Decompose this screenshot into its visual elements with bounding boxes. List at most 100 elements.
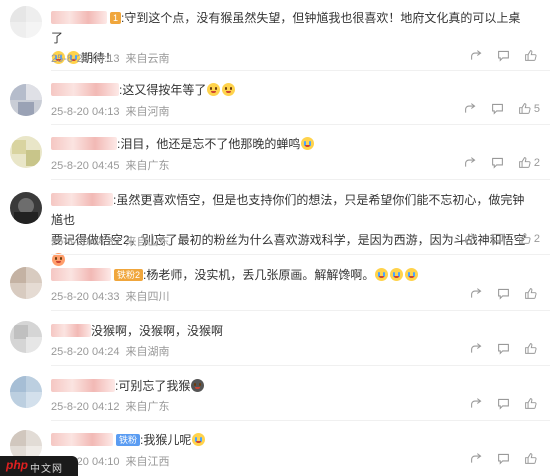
share-icon xyxy=(471,453,482,463)
comment-date: 25-8-20 04:13 xyxy=(51,53,120,65)
emoji xyxy=(207,83,221,96)
comment-icon xyxy=(498,398,509,410)
comment-location: 来自云南 xyxy=(125,53,170,65)
comment-icon xyxy=(498,50,509,62)
reply-button[interactable] xyxy=(497,397,510,410)
like-icon xyxy=(525,288,537,299)
username[interactable] xyxy=(51,379,115,392)
comment-text: 铁粉2:杨老师，没实机，丢几张原画。解解馋啊。 xyxy=(51,265,532,285)
avatar[interactable] xyxy=(10,321,42,353)
like-icon xyxy=(525,398,537,409)
share-icon xyxy=(464,103,476,113)
comment-location: 来自四川 xyxy=(125,291,170,303)
share-icon xyxy=(471,343,482,353)
like-icon xyxy=(525,453,537,464)
like-count: 5 xyxy=(533,102,540,115)
divider xyxy=(51,365,550,366)
share-icon xyxy=(471,398,482,408)
share-icon xyxy=(471,288,482,298)
share-icon xyxy=(471,50,482,60)
share-button[interactable] xyxy=(470,287,483,300)
username[interactable] xyxy=(51,193,113,206)
watermark-site: 中文网 xyxy=(30,464,63,475)
comment-text: :虽然更喜欢悟空，但是也支持你们的想法，只是希望你们能不忘初心，做完钟馗也 要记… xyxy=(51,190,532,270)
reply-button[interactable] xyxy=(491,232,504,245)
share-button[interactable] xyxy=(464,156,477,169)
comment-text: :可别忘了我猴 xyxy=(51,376,532,396)
comment-date: 25-8-20 04:12 xyxy=(51,401,120,413)
divider xyxy=(51,70,550,71)
like-count: 2 xyxy=(533,156,540,169)
reply-button[interactable] xyxy=(497,342,510,355)
comment-icon xyxy=(498,343,509,355)
like-button[interactable] xyxy=(524,397,540,410)
avatar[interactable] xyxy=(10,192,42,224)
comment-date: 25-8-20 04:45 xyxy=(51,160,120,172)
comment-meta: 25-8-20 04:39 来自山东 xyxy=(51,233,176,249)
like-button[interactable]: 5 xyxy=(518,102,540,115)
like-icon xyxy=(525,50,537,61)
share-button[interactable] xyxy=(464,232,477,245)
reply-button[interactable] xyxy=(491,156,504,169)
username[interactable] xyxy=(51,11,107,24)
divider xyxy=(51,124,550,125)
username[interactable] xyxy=(51,137,117,150)
username[interactable] xyxy=(51,433,113,446)
like-button[interactable]: 2 xyxy=(518,232,540,245)
share-button[interactable] xyxy=(464,102,477,115)
comment-location: 来自湖南 xyxy=(125,346,170,358)
comment-meta: 25-8-20 04:13 来自河南 xyxy=(51,103,176,119)
comment-date: 25-8-20 04:33 xyxy=(51,291,120,303)
comment-meta: 25-8-20 04:45 来自广东 xyxy=(51,157,176,173)
comment-meta: 25-8-20 04:33 来自四川 xyxy=(51,288,176,304)
like-count: 2 xyxy=(533,232,540,245)
crying-emoji xyxy=(301,137,315,150)
divider xyxy=(51,179,550,180)
avatar[interactable] xyxy=(10,136,42,168)
comment-location: 来自河南 xyxy=(125,106,170,118)
divider xyxy=(51,254,550,255)
fan-badge: 1 xyxy=(110,12,122,24)
comment-meta: 25-8-20 04:24 来自湖南 xyxy=(51,343,176,359)
like-button[interactable] xyxy=(524,49,540,62)
share-button[interactable] xyxy=(470,452,483,465)
comment-icon xyxy=(491,233,503,245)
share-button[interactable] xyxy=(470,342,483,355)
like-icon xyxy=(519,233,531,244)
username[interactable] xyxy=(51,324,91,337)
share-button[interactable] xyxy=(470,397,483,410)
like-button[interactable] xyxy=(524,452,540,465)
username[interactable] xyxy=(51,268,111,281)
like-button[interactable] xyxy=(524,342,540,355)
comment-icon xyxy=(498,453,509,465)
share-icon xyxy=(464,233,476,243)
share-icon xyxy=(464,157,476,167)
comment-text: 没猴啊，没猴啊，没猴啊 xyxy=(51,321,532,341)
like-icon xyxy=(519,157,531,168)
crying-emoji xyxy=(405,268,419,281)
avatar[interactable] xyxy=(10,6,42,38)
username[interactable] xyxy=(51,83,119,96)
site-watermark: php 中文网 xyxy=(0,456,78,476)
comment-location: 来自山东 xyxy=(125,236,170,248)
avatar[interactable] xyxy=(10,267,42,299)
comment-text: :这又得按年等了 xyxy=(51,80,532,100)
crying-emoji xyxy=(375,268,389,281)
divider xyxy=(51,310,550,311)
reply-button[interactable] xyxy=(497,452,510,465)
comment-date: 25-8-20 04:13 xyxy=(51,106,120,118)
fan-badge: 铁粉2 xyxy=(114,269,144,281)
reply-button[interactable] xyxy=(491,102,504,115)
reply-button[interactable] xyxy=(497,49,510,62)
like-icon xyxy=(519,103,531,114)
comment-date: 25-8-20 04:39 xyxy=(51,236,120,248)
avatar[interactable] xyxy=(10,376,42,408)
comment-location: 来自广东 xyxy=(125,401,170,413)
avatar[interactable] xyxy=(10,84,42,116)
comment-meta: 25-8-20 04:12 来自广东 xyxy=(51,398,176,414)
reply-button[interactable] xyxy=(497,287,510,300)
like-button[interactable]: 2 xyxy=(518,156,540,169)
share-button[interactable] xyxy=(470,49,483,62)
like-button[interactable] xyxy=(524,287,540,300)
comment-text: 铁粉:我猴儿呢 xyxy=(51,430,532,450)
